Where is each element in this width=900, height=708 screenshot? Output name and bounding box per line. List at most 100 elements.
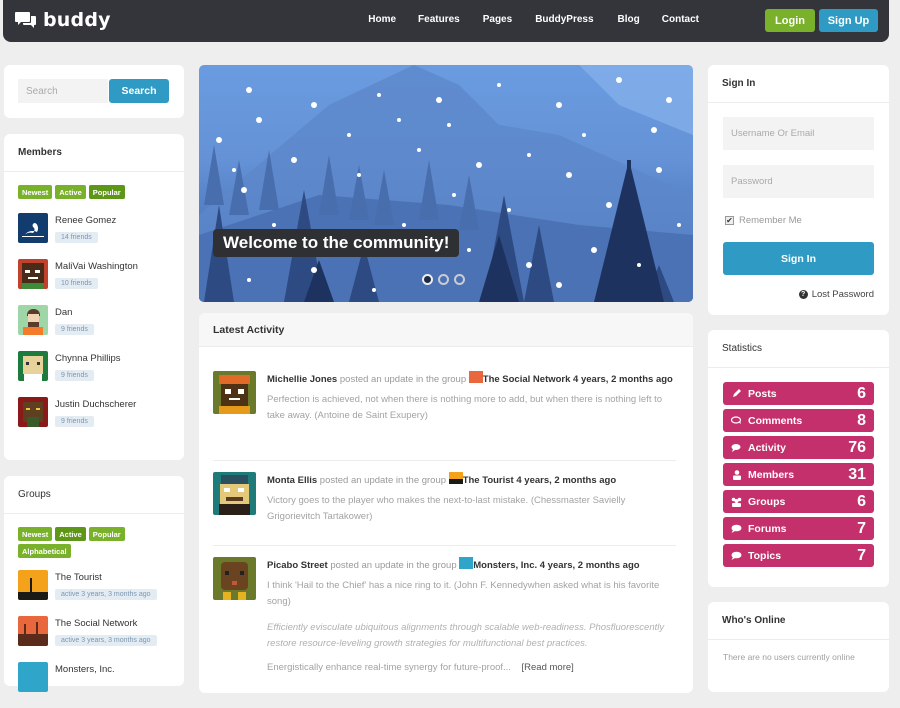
password-input[interactable]: Password xyxy=(723,165,874,198)
stat-label: Topics xyxy=(748,549,782,562)
activity-action: posted an update in the group xyxy=(317,475,449,486)
group-avatar[interactable] xyxy=(18,570,48,600)
member-friends-badge: 14 friends xyxy=(55,232,98,243)
nav-contact[interactable]: Contact xyxy=(662,14,699,25)
remember-me-checkbox[interactable]: ✔ xyxy=(725,216,734,225)
activity-time[interactable]: 4 years, 2 months ago xyxy=(570,374,673,385)
nav-home[interactable]: Home xyxy=(368,14,396,25)
hero-slider[interactable]: Welcome to the community! xyxy=(199,65,693,302)
activity-time[interactable]: 4 years, 2 months ago xyxy=(514,475,616,486)
activity-action: posted an update in the group xyxy=(327,560,460,571)
groups-filter-alphabetical[interactable]: Alphabetical xyxy=(18,544,71,558)
slider-dots xyxy=(422,274,465,285)
members-filter-active[interactable]: Active xyxy=(55,185,86,199)
group-item[interactable]: The Social Network active 3 years, 3 mon… xyxy=(18,616,170,662)
activity-user[interactable]: Michellie Jones xyxy=(267,374,337,385)
nav-buddypress[interactable]: BuddyPress xyxy=(535,14,593,25)
activity-group[interactable]: Monsters, Inc. xyxy=(473,560,537,571)
search-input[interactable]: Search xyxy=(18,79,108,103)
group-active-badge: active 3 years, 3 months ago xyxy=(55,589,157,600)
divider xyxy=(213,460,676,461)
stat-forums[interactable]: Forums 7 xyxy=(723,517,874,540)
group-thumbnail[interactable] xyxy=(448,472,463,484)
slider-dot-3[interactable] xyxy=(454,274,465,285)
members-title: Members xyxy=(4,134,184,172)
stat-topics[interactable]: Topics 7 xyxy=(723,544,874,567)
signup-button[interactable]: Sign Up xyxy=(819,9,878,32)
groups-title: Groups xyxy=(4,476,184,514)
read-more-link[interactable]: [Read more] xyxy=(522,662,574,673)
lost-password-link[interactable]: Lost Password xyxy=(812,289,874,300)
slider-dot-2[interactable] xyxy=(438,274,449,285)
nav-features[interactable]: Features xyxy=(418,14,460,25)
logo[interactable]: buddy xyxy=(15,9,111,31)
group-thumbnail[interactable] xyxy=(459,557,474,569)
member-item[interactable]: MaliVai Washington 10 friends xyxy=(18,259,170,305)
group-name[interactable]: Monsters, Inc. xyxy=(55,664,115,675)
nav-pages[interactable]: Pages xyxy=(483,14,512,25)
stat-comments[interactable]: Comments 8 xyxy=(723,409,874,432)
avatar[interactable] xyxy=(213,472,256,515)
stat-activity[interactable]: Activity 76 xyxy=(723,436,874,459)
stat-label: Posts xyxy=(748,387,777,400)
username-input[interactable]: Username Or Email xyxy=(723,117,874,150)
group-thumbnail[interactable] xyxy=(468,371,483,383)
divider xyxy=(213,545,676,546)
members-list: Renee Gomez 14 friends MaliVai Washingto… xyxy=(4,213,184,443)
search-button[interactable]: Search xyxy=(109,79,169,103)
member-item[interactable]: Justin Duchscherer 9 friends xyxy=(18,397,170,443)
group-item[interactable]: The Tourist active 3 years, 3 months ago xyxy=(18,570,170,616)
stat-posts[interactable]: Posts 6 xyxy=(723,382,874,405)
avatar[interactable] xyxy=(18,305,48,335)
group-avatar[interactable] xyxy=(18,616,48,646)
stat-value: 31 xyxy=(848,465,866,483)
member-item[interactable]: Renee Gomez 14 friends xyxy=(18,213,170,259)
groups-widget: Groups Newest Active Popular Alphabetica… xyxy=(4,476,184,692)
member-item[interactable]: Dan 9 friends xyxy=(18,305,170,351)
activity-user[interactable]: Picabo Street xyxy=(267,560,328,571)
logo-text: buddy xyxy=(43,9,111,31)
signin-button[interactable]: Sign In xyxy=(723,242,874,275)
stat-groups[interactable]: Groups 6 xyxy=(723,490,874,513)
avatar[interactable] xyxy=(18,397,48,427)
stat-value: 6 xyxy=(857,384,866,402)
member-item[interactable]: Chynna Phillips 9 friends xyxy=(18,351,170,397)
stat-value: 76 xyxy=(848,438,866,456)
avatar[interactable] xyxy=(18,259,48,289)
stat-label: Members xyxy=(748,468,795,481)
avatar[interactable] xyxy=(213,557,256,600)
group-name[interactable]: The Social Network xyxy=(55,618,157,629)
activity-group[interactable]: The Social Network xyxy=(483,374,571,385)
groups-filter-newest[interactable]: Newest xyxy=(18,527,53,541)
avatar[interactable] xyxy=(213,371,256,414)
slider-dot-1[interactable] xyxy=(422,274,433,285)
group-name[interactable]: The Tourist xyxy=(55,572,157,583)
nav-blog[interactable]: Blog xyxy=(618,14,640,25)
group-avatar[interactable] xyxy=(18,662,48,692)
member-name[interactable]: Chynna Phillips xyxy=(55,353,120,364)
main-nav: Home Features Pages BuddyPress Blog Cont… xyxy=(368,14,699,25)
login-button[interactable]: Login xyxy=(765,9,815,32)
member-name[interactable]: Dan xyxy=(55,307,94,318)
groups-filter-popular[interactable]: Popular xyxy=(88,527,125,541)
activity-group[interactable]: The Tourist xyxy=(463,475,514,486)
stat-members[interactable]: Members 31 xyxy=(723,463,874,486)
avatar[interactable] xyxy=(18,351,48,381)
members-filter-newest[interactable]: Newest xyxy=(18,185,53,199)
speech-bubble-icon xyxy=(731,524,742,533)
activity-user[interactable]: Monta Ellis xyxy=(267,475,317,486)
members-filter-popular[interactable]: Popular xyxy=(88,185,125,199)
member-friends-badge: 9 friends xyxy=(55,370,94,381)
remember-me-label[interactable]: Remember Me xyxy=(739,215,802,226)
activity-time[interactable]: 4 years, 2 months ago xyxy=(537,560,640,571)
group-item[interactable]: Monsters, Inc. xyxy=(18,662,170,708)
member-name[interactable]: MaliVai Washington xyxy=(55,261,138,272)
member-friends-badge: 9 friends xyxy=(55,416,94,427)
members-widget: Members Newest Active Popular Renee Gome… xyxy=(4,134,184,460)
groups-filter-active[interactable]: Active xyxy=(55,527,86,541)
member-name[interactable]: Justin Duchscherer xyxy=(55,399,136,410)
winter-forest-illustration xyxy=(199,65,693,302)
member-name[interactable]: Renee Gomez xyxy=(55,215,116,226)
group-icon xyxy=(731,497,742,507)
avatar[interactable] xyxy=(18,213,48,243)
